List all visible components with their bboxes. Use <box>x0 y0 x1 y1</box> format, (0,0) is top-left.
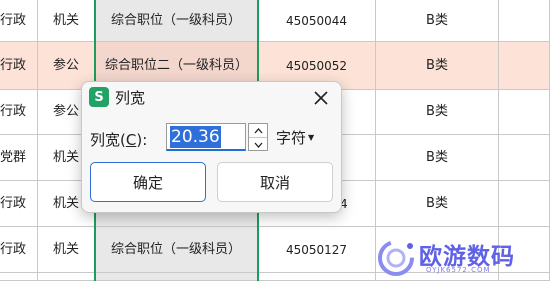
cell-a[interactable]: 行政 <box>0 42 38 90</box>
app-logo-icon: S <box>89 87 109 107</box>
dialog-header: S 列宽 <box>82 82 341 114</box>
cell-b[interactable]: 机关 <box>38 0 95 42</box>
increment-button[interactable] <box>249 124 267 137</box>
cell-b[interactable] <box>38 273 95 281</box>
cell-f[interactable] <box>499 42 550 90</box>
ok-button[interactable]: 确定 <box>90 162 206 202</box>
chevron-up-icon <box>254 127 262 133</box>
watermark: 欧游数码 OYJK6572.COM <box>370 234 550 281</box>
cell-a[interactable]: 行政 <box>0 90 38 135</box>
cell-a[interactable]: 行政 <box>0 0 38 42</box>
label-text: 列宽( <box>90 131 126 149</box>
cancel-button[interactable]: 取消 <box>217 162 333 202</box>
label-end: ): <box>136 131 148 149</box>
table-row: 行政 机关 综合职位（一级科员） 45050044 B类 <box>0 0 550 42</box>
column-width-dialog: S 列宽 列宽(C): 20.36 字符 ▼ 确定 取消 <box>81 81 342 213</box>
cell-f[interactable] <box>499 135 550 181</box>
watermark-subtext: OYJK6572.COM <box>426 266 491 274</box>
dialog-title: 列宽 <box>115 89 146 107</box>
cell-e[interactable]: B类 <box>376 0 499 42</box>
cell-e[interactable]: B类 <box>376 90 499 135</box>
label-hotkey: C <box>125 131 137 149</box>
column-width-input[interactable]: 20.36 <box>166 123 246 151</box>
watermark-logo-icon <box>378 240 414 276</box>
column-width-label: 列宽(C): <box>90 129 147 150</box>
caret-down-icon: ▼ <box>308 133 315 142</box>
cell-c[interactable]: 综合职位（一级科员） <box>95 0 258 42</box>
chevron-down-icon <box>254 142 262 148</box>
unit-select[interactable]: 字符 ▼ <box>276 127 314 148</box>
cell-e[interactable]: B类 <box>376 181 499 227</box>
column-width-value: 20.36 <box>170 125 221 148</box>
cell-f[interactable] <box>499 90 550 135</box>
close-icon <box>314 91 328 105</box>
cell-d[interactable]: 45050044 <box>258 0 376 42</box>
cell-f[interactable] <box>499 0 550 42</box>
cell-a[interactable]: 行政 <box>0 181 38 227</box>
cell-a[interactable]: 党群 <box>0 135 38 181</box>
cell-d[interactable]: 45050127 <box>258 227 376 273</box>
cell-f[interactable] <box>499 181 550 227</box>
cell-d[interactable] <box>258 273 376 281</box>
unit-label: 字符 <box>276 129 307 147</box>
width-stepper[interactable] <box>248 123 268 151</box>
cell-c[interactable]: 综合职位（一级科员） <box>95 227 258 273</box>
cell-b[interactable]: 机关 <box>38 227 95 273</box>
cell-e[interactable]: B类 <box>376 42 499 90</box>
cell-e[interactable]: B类 <box>376 135 499 181</box>
cell-c[interactable] <box>95 273 258 281</box>
decrement-button[interactable] <box>249 137 267 151</box>
cell-a[interactable] <box>0 273 38 281</box>
close-button[interactable] <box>309 86 333 110</box>
cell-a[interactable]: 行政 <box>0 227 38 273</box>
